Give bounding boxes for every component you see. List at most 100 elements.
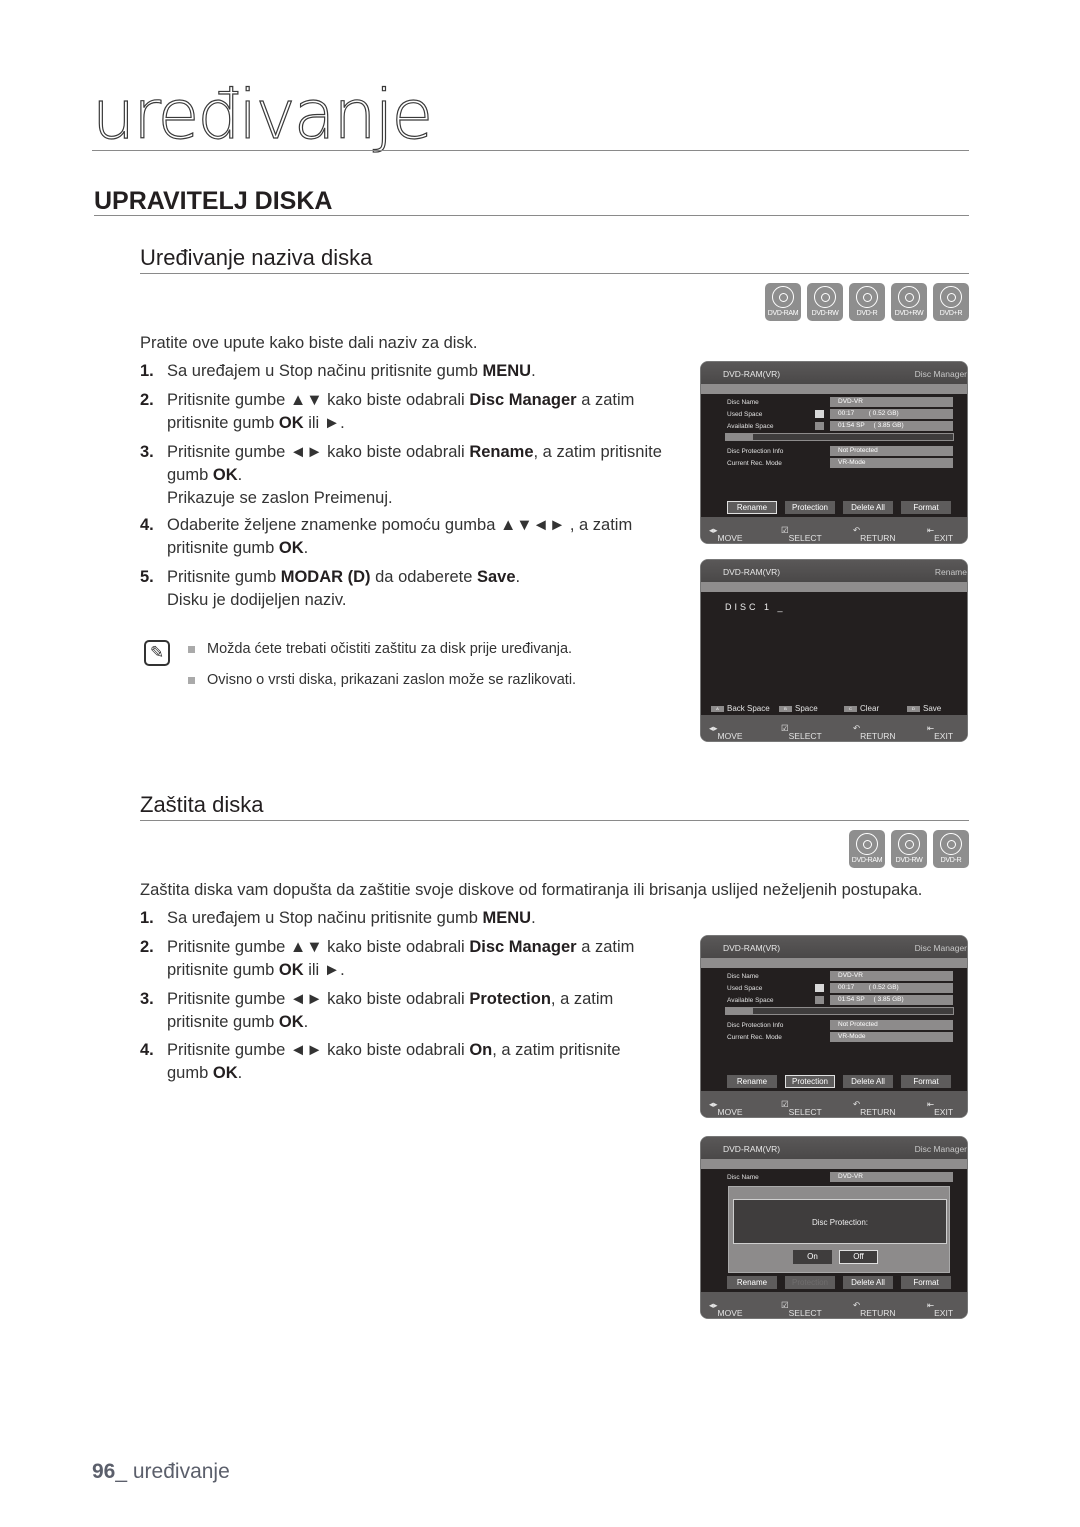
protect-intro: Zaštita diska vam dopušta da zaštitie sv… xyxy=(140,881,923,899)
info-value: Not Protected xyxy=(830,446,953,456)
info-label: Available Space xyxy=(727,997,774,1004)
format-button[interactable]: Format xyxy=(901,1075,951,1088)
step-body: Pritisnite gumbe ◄► kako biste odabrali … xyxy=(167,1041,621,1082)
rename-button[interactable]: Rename xyxy=(727,1276,777,1289)
screen-footer: ◂▸ MOVE ☑ SELECT ↶ RETURN ⇤ EXIT xyxy=(701,1091,967,1117)
rename-button[interactable]: Rename xyxy=(727,501,777,514)
disc-icon xyxy=(940,286,962,308)
info-label: Disc Protection Info xyxy=(727,448,784,455)
delete-all-button[interactable]: Delete All xyxy=(843,501,893,514)
info-value: 00:17 ( 0.52 GB) xyxy=(830,983,953,993)
key-b-space[interactable]: B Space xyxy=(779,704,818,713)
info-value: VR-Mode xyxy=(830,458,953,468)
screen-source: DVD-RAM(VR) xyxy=(723,943,781,953)
screen-title: Disc Manager xyxy=(914,943,967,953)
move-hint: ◂▸ MOVE xyxy=(709,1099,743,1117)
disc-type-icons: DVD-RAM DVD-RW DVD-R DVD+RW DVD+R xyxy=(765,283,969,321)
used-space-swatch xyxy=(815,984,824,992)
key-d-save[interactable]: D Save xyxy=(907,704,941,713)
info-label: Used Space xyxy=(727,985,763,992)
bullet-icon xyxy=(188,645,195,653)
protection-off-button[interactable]: Off xyxy=(839,1250,878,1264)
exit-hint: ⇤ EXIT xyxy=(927,525,954,543)
disc-icon xyxy=(940,833,962,855)
section-rule xyxy=(94,215,969,216)
bullet-icon xyxy=(188,676,195,684)
screen-title: Rename xyxy=(934,567,967,577)
disc-type-icon: DVD-RW xyxy=(891,830,927,868)
return-hint: ↶ RETURN xyxy=(853,723,896,741)
protection-button[interactable]: Protection xyxy=(785,501,835,514)
screen-source: DVD-RAM(VR) xyxy=(723,1144,781,1154)
select-hint: ☑ SELECT xyxy=(781,723,822,741)
protection-button[interactable]: Protection xyxy=(785,1276,835,1289)
screen-header: DVD-RAM(VR) Disc Manager xyxy=(701,362,967,384)
info-value: Not Protected xyxy=(830,1020,953,1030)
rename-button[interactable]: Rename xyxy=(727,1075,777,1088)
step-body: Sa uređajem u Stop načinu pritisnite gum… xyxy=(167,909,536,927)
rename-screen: DVD-RAM(VR) Rename DISC 1 _ A Back Space … xyxy=(700,559,968,742)
exit-hint: ⇤ EXIT xyxy=(927,1300,954,1318)
disc-type-icon: DVD-RAM xyxy=(849,830,885,868)
disc-type-label: DVD-RAM xyxy=(767,310,799,317)
protection-on-button[interactable]: On xyxy=(793,1250,832,1264)
step-number: 2. xyxy=(140,391,154,409)
step-number: 3. xyxy=(140,443,154,461)
info-value: DVD-VR xyxy=(830,397,953,407)
delete-all-button[interactable]: Delete All xyxy=(843,1075,893,1088)
step-body: Pritisnite gumbe ▲▼ kako biste odabrali … xyxy=(167,391,635,432)
protection-button[interactable]: Protection xyxy=(785,1075,835,1088)
select-hint: ☑ SELECT xyxy=(781,525,822,543)
step-number: 3. xyxy=(140,990,154,1008)
format-button[interactable]: Format xyxy=(901,501,951,514)
note-item: Možda ćete trebati očistiti zaštitu za d… xyxy=(188,641,572,657)
protect-section-rule xyxy=(140,820,969,821)
screen-band xyxy=(701,1159,967,1169)
disc-type-label: DVD+RW xyxy=(894,310,924,317)
dialog-prompt: Disc Protection: xyxy=(733,1199,947,1244)
disc-type-icon: DVD-R xyxy=(933,830,969,868)
info-label: Current Rec. Mode xyxy=(727,460,782,467)
info-value: VR-Mode xyxy=(830,1032,953,1042)
screen-band xyxy=(701,958,967,968)
protect-section-title: Zaštita diska xyxy=(140,792,264,817)
info-label: Used Space xyxy=(727,411,763,418)
info-label: Disc Name xyxy=(727,399,759,406)
disc-name-input[interactable]: DISC 1 _ xyxy=(725,602,786,612)
step-number: 2. xyxy=(140,938,154,956)
info-value: DVD-VR xyxy=(830,971,953,981)
rename-section-title: Uređivanje naziva diska xyxy=(140,245,373,270)
disc-type-label: DVD-R xyxy=(856,310,878,317)
key-a-backspace[interactable]: A Back Space xyxy=(711,704,770,713)
key-c-clear[interactable]: C Clear xyxy=(844,704,879,713)
delete-all-button[interactable]: Delete All xyxy=(843,1276,893,1289)
format-button[interactable]: Format xyxy=(901,1276,951,1289)
disc-icon xyxy=(856,286,878,308)
disc-protection-popup-screen: DVD-RAM(VR) Disc Manager Disc Name DVD-VR Re… xyxy=(700,1136,968,1319)
disc-type-label: DVD-RW xyxy=(811,310,839,317)
disc-icon xyxy=(814,286,836,308)
select-hint: ☑ SELECT xyxy=(781,1300,822,1318)
color-key-legend: A Back Space B Space C Clear D Save xyxy=(701,702,967,714)
rename-intro: Pratite ove upute kako biste dali naziv … xyxy=(140,334,478,352)
step-body: Odaberite željene znamenke pomoću gumba … xyxy=(167,516,633,557)
disc-manager-screen-rename: DVD-RAM(VR) Disc Manager Disc Name DVD-VR Us… xyxy=(700,361,968,544)
disc-usage-bar xyxy=(725,1007,954,1015)
info-label: Disc Name xyxy=(727,973,759,980)
info-value: DVD-VR xyxy=(830,1172,953,1182)
page-footer-label: _ uređivanje xyxy=(115,1460,230,1483)
screen-footer: ◂▸ MOVE ☑ SELECT ↶ RETURN ⇤ EXIT xyxy=(701,715,967,741)
disc-type-label: DVD-RW xyxy=(895,857,923,864)
step-number: 4. xyxy=(140,516,154,534)
info-label: Disc Protection Info xyxy=(727,1022,784,1029)
disc-manager-screen-protection: DVD-RAM(VR) Disc Manager Disc Name DVD-VR Us… xyxy=(700,935,968,1118)
section-title: UPRAVITELJ DISKA xyxy=(94,187,333,215)
screen-footer: ◂▸ MOVE ☑ SELECT ↶ RETURN ⇤ EXIT xyxy=(701,1292,967,1318)
step-number: 5. xyxy=(140,568,154,586)
step-body: Sa uređajem u Stop načinu pritisnite gum… xyxy=(167,362,536,380)
move-hint: ◂▸ MOVE xyxy=(709,723,743,741)
screen-title: Disc Manager xyxy=(914,369,967,379)
available-space-swatch xyxy=(815,422,824,430)
step-body: Pritisnite gumbe ▲▼ kako biste odabrali … xyxy=(167,938,635,979)
disc-usage-fill xyxy=(726,434,754,440)
